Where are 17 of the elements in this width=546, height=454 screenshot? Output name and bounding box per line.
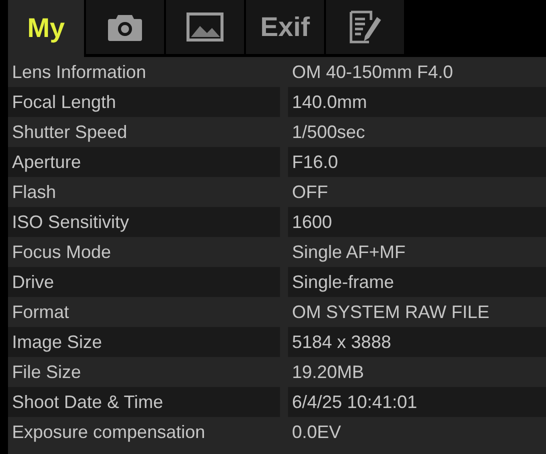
tab[interactable] <box>86 0 164 54</box>
tab[interactable]: My <box>8 0 84 57</box>
property-value: 5184 x 3888 <box>288 327 546 357</box>
property-label: Focal Length <box>8 87 280 117</box>
property-value: Single-frame <box>288 267 546 297</box>
property-value: 1600 <box>288 207 546 237</box>
tab[interactable] <box>326 0 404 54</box>
tab[interactable]: Exif <box>246 0 324 54</box>
property-label: Image Size <box>8 327 280 357</box>
tab[interactable] <box>166 0 244 54</box>
property-label: Aperture <box>8 147 280 177</box>
property-value: F16.0 <box>288 147 546 177</box>
property-value: 140.0mm <box>288 87 546 117</box>
property-label: Shoot Date & Time <box>8 387 280 417</box>
property-value: 6/4/25 10:41:01 <box>288 387 546 417</box>
property-label: Drive <box>8 267 280 297</box>
property-label: ISO Sensitivity <box>8 207 280 237</box>
